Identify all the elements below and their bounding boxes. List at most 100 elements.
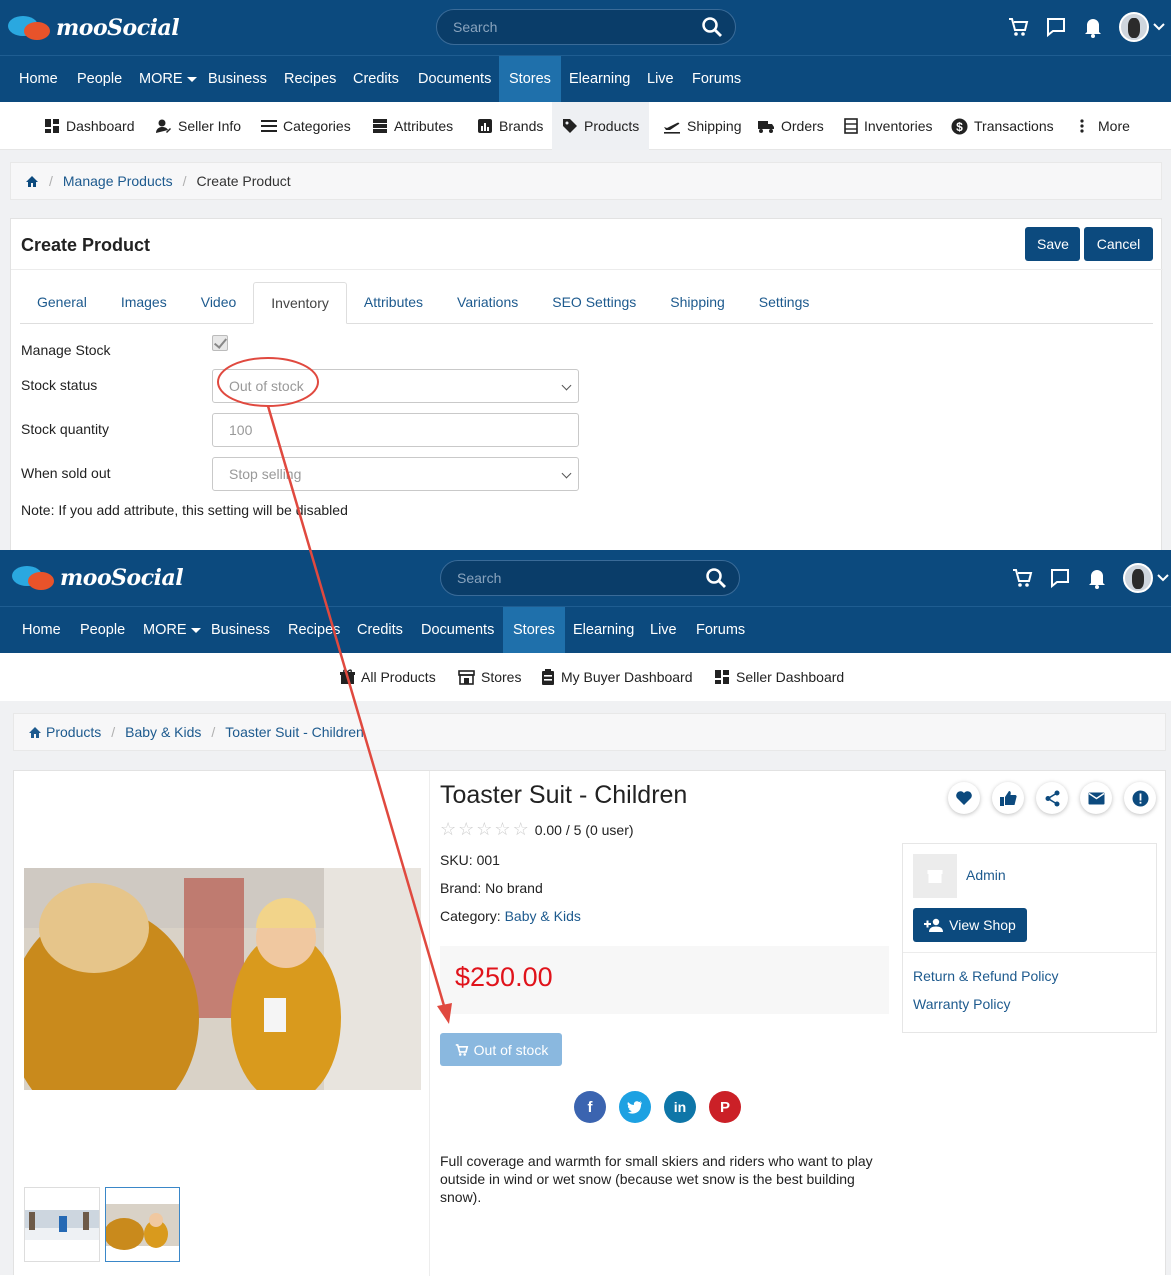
tab-general[interactable]: General xyxy=(20,282,104,324)
moosocial-logo[interactable]: mooSocial xyxy=(8,14,180,42)
search-icon[interactable] xyxy=(705,567,727,589)
share-button[interactable] xyxy=(1036,782,1068,814)
breadcrumb-product[interactable]: Toaster Suit - Children xyxy=(225,724,364,740)
nav-elearning[interactable]: Elearning xyxy=(559,56,640,102)
chevron-down-icon[interactable] xyxy=(1157,574,1169,582)
save-button[interactable]: Save xyxy=(1025,227,1080,261)
nav-credits[interactable]: Credits xyxy=(347,607,413,653)
nav-recipes[interactable]: Recipes xyxy=(274,56,346,102)
breadcrumb-category[interactable]: Baby & Kids xyxy=(125,724,201,740)
home-icon[interactable] xyxy=(25,175,39,188)
moosocial-logo[interactable]: mooSocial xyxy=(12,564,184,592)
chevron-down-icon[interactable] xyxy=(1153,23,1165,31)
nav-recipes[interactable]: Recipes xyxy=(278,607,350,653)
nav-credits[interactable]: Credits xyxy=(343,56,409,102)
star-icon[interactable]: ☆ xyxy=(494,819,510,840)
tab-settings[interactable]: Settings xyxy=(742,282,827,324)
seller-nav-label: Products xyxy=(584,118,640,134)
product-main-image[interactable] xyxy=(24,868,421,1090)
nav-documents[interactable]: Documents xyxy=(411,607,504,653)
when-sold-out-select[interactable]: Stop selling xyxy=(212,457,579,491)
store-nav-stores[interactable]: Stores xyxy=(458,653,521,701)
chat-icon[interactable] xyxy=(1045,16,1067,38)
bell-icon[interactable] xyxy=(1083,16,1103,38)
divider xyxy=(903,952,1156,953)
nav-documents[interactable]: Documents xyxy=(408,56,501,102)
seller-nav-seller-info[interactable]: Seller Info xyxy=(155,102,241,150)
facebook-icon[interactable]: f xyxy=(574,1091,606,1123)
nav-home[interactable]: Home xyxy=(9,56,68,102)
star-icon[interactable]: ☆ xyxy=(458,819,474,840)
user-avatar[interactable] xyxy=(1123,563,1153,593)
nav-stores[interactable]: Stores xyxy=(503,607,565,653)
tab-variations[interactable]: Variations xyxy=(440,282,535,324)
search-icon[interactable] xyxy=(701,16,723,38)
nav-more[interactable]: MORE xyxy=(133,607,211,653)
seller-nav-attributes[interactable]: Attributes xyxy=(372,102,453,150)
report-button[interactable] xyxy=(1124,782,1156,814)
seller-nav-inventories[interactable]: Inventories xyxy=(844,102,932,150)
search-input[interactable]: Search xyxy=(436,9,736,45)
wishlist-button[interactable] xyxy=(948,782,980,814)
out-of-stock-button[interactable]: Out of stock xyxy=(440,1033,562,1066)
nav-elearning[interactable]: Elearning xyxy=(563,607,644,653)
seller-nav-dashboard[interactable]: Dashboard xyxy=(44,102,135,150)
shop-avatar[interactable] xyxy=(913,854,957,898)
breadcrumb-manage-products[interactable]: Manage Products xyxy=(63,173,173,189)
thumbnail-2[interactable] xyxy=(104,1187,180,1262)
seller-nav-orders[interactable]: Orders xyxy=(757,102,824,150)
bell-icon[interactable] xyxy=(1087,567,1107,589)
seller-nav-more[interactable]: More xyxy=(1078,102,1130,150)
nav-live[interactable]: Live xyxy=(640,607,687,653)
stock-quantity-input[interactable]: 100 xyxy=(212,413,579,447)
nav-home[interactable]: Home xyxy=(12,607,71,653)
tab-shipping[interactable]: Shipping xyxy=(653,282,742,324)
seller-nav-brands[interactable]: Brands xyxy=(477,102,543,150)
store-nav-seller-dashboard[interactable]: Seller Dashboard xyxy=(714,653,844,701)
home-icon[interactable] xyxy=(28,726,42,739)
tab-attributes[interactable]: Attributes xyxy=(347,282,440,324)
manage-stock-checkbox[interactable] xyxy=(212,335,228,351)
seller-nav-shipping[interactable]: Shipping xyxy=(663,102,742,150)
nav-live[interactable]: Live xyxy=(637,56,684,102)
seller-nav-products[interactable]: Products xyxy=(552,102,650,150)
nav-people[interactable]: People xyxy=(67,56,132,102)
nav-stores[interactable]: Stores xyxy=(499,56,561,102)
store-nav-buyer-dashboard[interactable]: My Buyer Dashboard xyxy=(541,653,693,701)
email-button[interactable] xyxy=(1080,782,1112,814)
star-icon[interactable]: ☆ xyxy=(513,819,529,840)
nav-more[interactable]: MORE xyxy=(129,56,207,102)
view-shop-button[interactable]: View Shop xyxy=(913,908,1027,942)
nav-business[interactable]: Business xyxy=(198,56,277,102)
seller-nav-transactions[interactable]: $ Transactions xyxy=(951,102,1054,150)
stock-status-select[interactable]: Out of stock xyxy=(212,369,579,403)
search-input[interactable]: Search xyxy=(440,560,740,596)
nav-forums[interactable]: Forums xyxy=(686,607,755,653)
tab-video[interactable]: Video xyxy=(184,282,254,324)
seller-nav-categories[interactable]: Categories xyxy=(261,102,351,150)
cancel-button[interactable]: Cancel xyxy=(1084,227,1153,261)
tab-inventory[interactable]: Inventory xyxy=(253,282,347,324)
nav-people[interactable]: People xyxy=(70,607,135,653)
cart-icon[interactable] xyxy=(1011,567,1033,589)
return-policy-link[interactable]: Return & Refund Policy xyxy=(913,968,1059,984)
seller-name-link[interactable]: Admin xyxy=(966,867,1006,883)
category-link[interactable]: Baby & Kids xyxy=(505,908,581,924)
thumbnail-1[interactable] xyxy=(24,1187,100,1262)
warranty-policy-link[interactable]: Warranty Policy xyxy=(913,996,1011,1012)
tab-images[interactable]: Images xyxy=(104,282,184,324)
nav-forums[interactable]: Forums xyxy=(682,56,751,102)
star-icon[interactable]: ☆ xyxy=(440,819,456,840)
like-button[interactable] xyxy=(992,782,1024,814)
linkedin-icon[interactable]: in xyxy=(664,1091,696,1123)
chat-icon[interactable] xyxy=(1049,567,1071,589)
cart-icon[interactable] xyxy=(1007,16,1029,38)
pinterest-icon[interactable]: P xyxy=(709,1091,741,1123)
star-icon[interactable]: ☆ xyxy=(476,819,492,840)
user-avatar[interactable] xyxy=(1119,12,1149,42)
twitter-icon[interactable] xyxy=(619,1091,651,1123)
tab-seo-settings[interactable]: SEO Settings xyxy=(535,282,653,324)
nav-business[interactable]: Business xyxy=(201,607,280,653)
breadcrumb-products[interactable]: Products xyxy=(46,724,101,740)
store-nav-all-products[interactable]: All Products xyxy=(340,653,436,701)
